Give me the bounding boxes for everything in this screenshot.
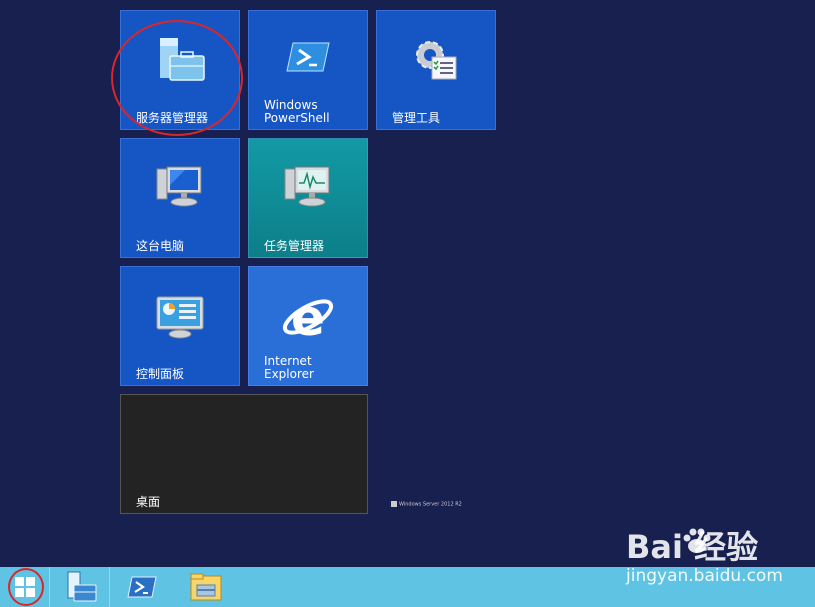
internet-explorer-icon: e: [280, 289, 336, 349]
tile-this-pc[interactable]: 这台电脑: [120, 138, 240, 258]
baidu-watermark: Bai 经验 jingyan.baidu.com: [626, 522, 815, 592]
tile-powershell[interactable]: Windows PowerShell: [248, 10, 368, 130]
tile-desktop[interactable]: 桌面 Windows Server 2012 R2: [120, 394, 462, 514]
taskbar-powershell[interactable]: [112, 567, 172, 607]
tile-label: 任务管理器: [264, 239, 325, 253]
windows-logo-icon: [391, 500, 397, 507]
control-panel-icon: [155, 295, 205, 343]
windows-server-watermark: Windows Server 2012 R2: [391, 500, 462, 507]
taskbar-file-explorer[interactable]: [178, 567, 234, 607]
folder-icon: [190, 573, 222, 601]
server-manager-icon: [154, 36, 206, 88]
task-manager-icon: [283, 165, 333, 213]
tile-label: 服务器管理器: [136, 111, 209, 125]
tile-label: 这台电脑: [136, 239, 185, 253]
start-button[interactable]: [0, 567, 50, 607]
server-manager-icon: [67, 571, 96, 602]
powershell-icon: [127, 576, 157, 598]
admin-tools-icon: [412, 37, 460, 87]
svg-text:e: e: [291, 289, 325, 345]
tile-server-manager[interactable]: 服务器管理器: [120, 10, 240, 130]
powershell-icon: [285, 41, 331, 77]
tile-admin-tools[interactable]: 管理工具: [376, 10, 496, 130]
tile-label: 控制面板: [136, 367, 185, 381]
taskbar-server-manager[interactable]: [52, 567, 110, 607]
baidu-paw-icon: [682, 528, 712, 554]
watermark-text: Windows Server 2012 R2: [399, 501, 462, 507]
tile-label: Internet Explorer: [264, 354, 314, 381]
tile-control-panel[interactable]: 控制面板: [120, 266, 240, 386]
baidu-url: jingyan.baidu.com: [626, 566, 783, 586]
computer-icon: [155, 165, 205, 213]
tile-task-manager[interactable]: 任务管理器: [248, 138, 368, 258]
windows-logo-icon: [14, 577, 35, 597]
tile-label: 桌面: [136, 495, 161, 509]
tile-internet-explorer[interactable]: e Internet Explorer: [248, 266, 368, 386]
tile-label: Windows PowerShell: [264, 98, 330, 125]
tile-label: 管理工具: [392, 111, 441, 125]
